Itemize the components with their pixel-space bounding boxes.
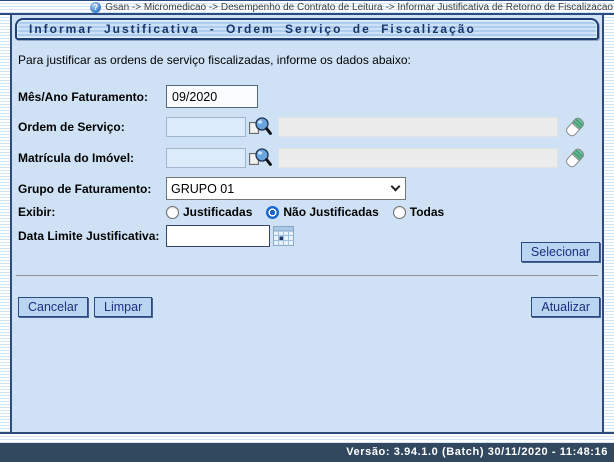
radio-todas[interactable]	[393, 206, 406, 219]
data-limite-input[interactable]	[166, 225, 270, 247]
row-matricula: Matrícula do Imóvel:	[12, 146, 602, 170]
ordem-servico-input[interactable]	[166, 117, 246, 137]
atualizar-button[interactable]: Atualizar	[531, 297, 600, 317]
radio-justificadas[interactable]	[166, 206, 179, 219]
intro-text: Para justificar as ordens de serviço fis…	[18, 53, 602, 67]
chevron-down-icon	[391, 182, 401, 192]
exibir-label: Exibir:	[18, 205, 166, 219]
grupo-label: Grupo de Faturamento:	[18, 182, 166, 196]
matricula-description	[278, 148, 558, 168]
matricula-input[interactable]	[166, 148, 246, 168]
selecionar-button[interactable]: Selecionar	[521, 242, 600, 262]
bottom-frame-stripe	[0, 434, 614, 443]
grupo-faturamento-select[interactable]: GRUPO 01	[166, 177, 406, 200]
row-ordem-servico: Ordem de Serviço:	[12, 115, 602, 139]
search-icon[interactable]	[248, 147, 272, 169]
row-selecionar: Selecionar	[12, 242, 602, 262]
left-button-group: Cancelar Limpar	[18, 297, 152, 317]
radio-todas-label: Todas	[410, 205, 444, 219]
mes-ano-input[interactable]	[166, 85, 258, 108]
ordem-servico-description	[278, 117, 558, 137]
radio-justificadas-label: Justificadas	[183, 205, 252, 219]
mes-ano-label: Mês/Ano Faturamento:	[18, 90, 166, 104]
cancelar-button[interactable]: Cancelar	[18, 297, 88, 317]
ordem-servico-label: Ordem de Serviço:	[18, 120, 166, 134]
eraser-icon[interactable]	[564, 115, 586, 139]
calendar-icon[interactable]	[273, 226, 294, 246]
matricula-label: Matrícula do Imóvel:	[18, 151, 166, 165]
page-title: Informar Justificativa - Ordem Serviço d…	[15, 18, 599, 40]
divider	[16, 275, 598, 276]
limpar-button[interactable]: Limpar	[94, 297, 152, 317]
breadcrumb-bar: ? Gsan -> Micromedicao -> Desempenho de …	[0, 0, 614, 15]
row-exibir: Exibir: Justificadas Não Justificadas To…	[12, 205, 602, 219]
search-icon[interactable]	[248, 116, 272, 138]
breadcrumb: Gsan -> Micromedicao -> Desempenho de Co…	[105, 2, 613, 13]
version-text: Versão: 3.94.1.0 (Batch) 30/11/2020 - 11…	[346, 446, 608, 458]
eraser-icon[interactable]	[564, 146, 586, 170]
gsan-window: ? Gsan -> Micromedicao -> Desempenho de …	[0, 0, 614, 462]
row-mes-ano: Mês/Ano Faturamento:	[12, 85, 602, 108]
help-icon[interactable]: ?	[90, 2, 101, 13]
data-limite-label: Data Limite Justificativa:	[18, 229, 166, 243]
actions-row: Cancelar Limpar Atualizar	[12, 297, 602, 317]
radio-nao-justificadas-label: Não Justificadas	[283, 205, 378, 219]
radio-nao-justificadas[interactable]	[266, 206, 279, 219]
right-frame-stripe	[602, 15, 614, 432]
main-content: Informar Justificativa - Ordem Serviço d…	[12, 15, 602, 432]
left-frame-stripe	[0, 15, 12, 432]
select-value: GRUPO 01	[171, 182, 234, 196]
version-bar: Versão: 3.94.1.0 (Batch) 30/11/2020 - 11…	[0, 443, 614, 462]
row-grupo: Grupo de Faturamento: GRUPO 01	[12, 177, 602, 200]
